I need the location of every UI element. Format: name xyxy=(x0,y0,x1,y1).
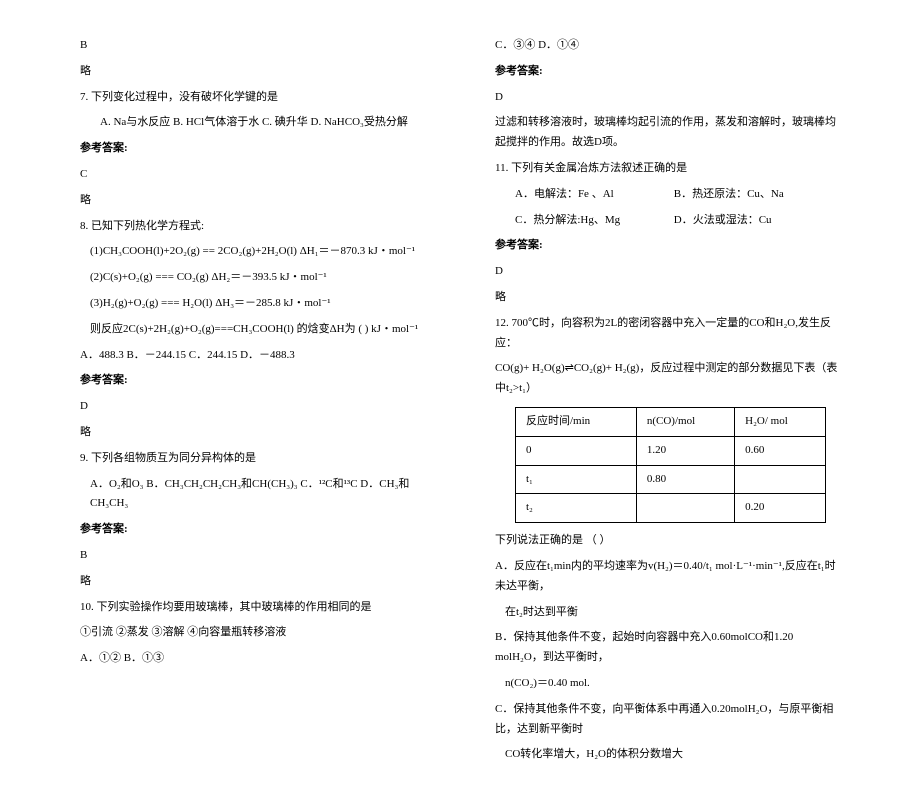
q12-optA2: 在t₂时达到平衡 xyxy=(495,603,840,623)
q9-answer: B xyxy=(80,546,425,566)
prev-answer: B xyxy=(80,36,425,56)
q10-options-cd: C．③④ D．①④ xyxy=(495,36,840,56)
q9-options: A．O₂和O₃ B．CH₃CH₂CH₂CH₃和CH(CH₃)₃ C．¹²C和¹³… xyxy=(80,475,425,515)
q12-r2c2: 0.80 xyxy=(636,465,734,494)
q11-row1: A．电解法：Fe 、Al B．热还原法：Cu、Na xyxy=(495,185,840,205)
q11-optC: C．热分解法:Hg、Mg xyxy=(515,211,671,231)
q12-th2: n(CO)/mol xyxy=(636,407,734,436)
q10-answer: D xyxy=(495,88,840,108)
q11-answer-label: 参考答案: xyxy=(495,236,840,256)
q12-r2c3 xyxy=(735,465,825,494)
q10-explanation: 过滤和转移溶液时，玻璃棒均起引流的作用，蒸发和溶解时，玻璃棒均起搅拌的作用。故选… xyxy=(495,113,840,153)
q12-table: 反应时间/min n(CO)/mol H₂O/ mol 0 1.20 0.60 … xyxy=(515,407,826,523)
q8-answer: D xyxy=(80,397,425,417)
q8-ask: 则反应2C(s)+2H₂(g)+O₂(g)===CH₃COOH(l) 的焓变ΔH… xyxy=(80,320,425,340)
q11-optD: D．火法或湿法：Cu xyxy=(674,214,772,226)
right-column: C．③④ D．①④ 参考答案: D 过滤和转移溶液时，玻璃棒均起引流的作用，蒸发… xyxy=(495,30,840,771)
q12-r2c1: t₁ xyxy=(516,465,637,494)
q8-options: A．488.3 B．－244.15 C．244.15 D．－488.3 xyxy=(80,346,425,366)
q12-th3: H₂O/ mol xyxy=(735,407,825,436)
q7-stem: 7. 下列变化过程中，没有破坏化学键的是 xyxy=(80,88,425,108)
q8-brief: 略 xyxy=(80,423,425,443)
q12-r3c1: t₂ xyxy=(516,494,637,523)
q10-stem: 10. 下列实验操作均要用玻璃棒，其中玻璃棒的作用相同的是 xyxy=(80,598,425,618)
q8-eq3: (3)H₂(g)+O₂(g) === H₂O(l) ΔH₃＝－285.8 kJ・… xyxy=(80,294,425,314)
q12-optA1: A．反应在t₁min内的平均速率为v(H₂)＝0.40/t₁ mol·L⁻¹·m… xyxy=(495,557,840,597)
q12-optB2: n(CO₂)＝0.40 mol. xyxy=(495,674,840,694)
q7-brief: 略 xyxy=(80,191,425,211)
q12-r1c1: 0 xyxy=(516,436,637,465)
q11-brief: 略 xyxy=(495,288,840,308)
q11-optB: B．热还原法：Cu、Na xyxy=(674,188,784,200)
q9-stem: 9. 下列各组物质互为同分异构体的是 xyxy=(80,449,425,469)
q12-r1c2: 1.20 xyxy=(636,436,734,465)
q12-r3c3: 0.20 xyxy=(735,494,825,523)
table-row: 0 1.20 0.60 xyxy=(516,436,826,465)
q10-answer-label: 参考答案: xyxy=(495,62,840,82)
table-row: t₂ 0.20 xyxy=(516,494,826,523)
q8-stem: 8. 已知下列热化学方程式: xyxy=(80,217,425,237)
q7-answer-label: 参考答案: xyxy=(80,139,425,159)
q11-optA: A．电解法：Fe 、Al xyxy=(515,185,671,205)
q10-options-ab: A．①② B．①③ xyxy=(80,649,425,669)
brief: 略 xyxy=(80,62,425,82)
q8-eq2: (2)C(s)+O₂(g) === CO₂(g) ΔH₂＝－393.5 kJ・m… xyxy=(80,268,425,288)
q7-options: A. Na与水反应 B. HCl气体溶于水 C. 碘升华 D. NaHCO₃受热… xyxy=(80,113,425,133)
q8-answer-label: 参考答案: xyxy=(80,371,425,391)
q12-stem: 12. 700℃时，向容积为2L的密闭容器中充入一定量的CO和H₂O,发生反应： xyxy=(495,314,840,354)
q11-answer: D xyxy=(495,262,840,282)
table-row: t₁ 0.80 xyxy=(516,465,826,494)
q12-optC1: C．保持其他条件不变，向平衡体系中再通入0.20molH₂O，与原平衡相比，达到… xyxy=(495,700,840,740)
q8-eq1: (1)CH₃COOH(l)+2O₂(g) == 2CO₂(g)+2H₂O(l) … xyxy=(80,242,425,262)
q9-answer-label: 参考答案: xyxy=(80,520,425,540)
q7-answer: C xyxy=(80,165,425,185)
left-column: B 略 7. 下列变化过程中，没有破坏化学键的是 A. Na与水反应 B. HC… xyxy=(80,30,425,771)
q10-list: ①引流 ②蒸发 ③溶解 ④向容量瓶转移溶液 xyxy=(80,623,425,643)
q12-th1: 反应时间/min xyxy=(516,407,637,436)
q12-equation: CO(g)+ H₂O(g)⇌CO₂(g)+ H₂(g)，反应过程中测定的部分数据… xyxy=(495,359,840,399)
q12-ask: 下列说法正确的是 （ ） xyxy=(495,531,840,551)
q12-optB1: B．保持其他条件不变，起始时向容器中充入0.60molCO和1.20 molH₂… xyxy=(495,628,840,668)
q12-r1c3: 0.60 xyxy=(735,436,825,465)
q11-stem: 11. 下列有关金属冶炼方法叙述正确的是 xyxy=(495,159,840,179)
table-row: 反应时间/min n(CO)/mol H₂O/ mol xyxy=(516,407,826,436)
q9-brief: 略 xyxy=(80,572,425,592)
q12-r3c2 xyxy=(636,494,734,523)
q11-row2: C．热分解法:Hg、Mg D．火法或湿法：Cu xyxy=(495,211,840,231)
q12-optC2: CO转化率增大，H₂O的体积分数增大 xyxy=(495,745,840,765)
